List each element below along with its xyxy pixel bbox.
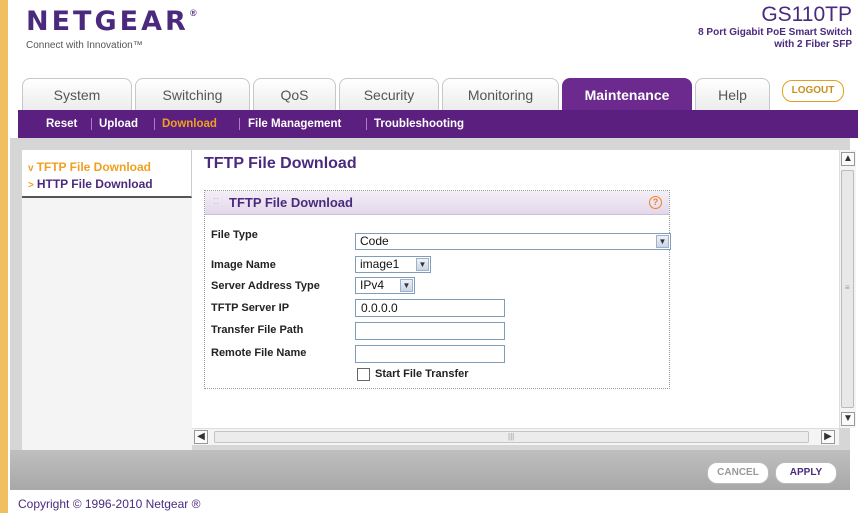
chevron-down-icon: ▼: [656, 235, 669, 248]
scroll-up-icon[interactable]: ▲: [841, 152, 855, 166]
server-address-type-select[interactable]: IPv4 ▼: [355, 277, 415, 294]
left-navigation-menu: v TFTP File Download > HTTP File Download: [22, 150, 192, 198]
copyright-text: Copyright © 1996-2010 Netgear ®: [18, 497, 201, 511]
tftp-server-ip-label: TFTP Server IP: [211, 302, 290, 314]
logo-registered-mark: ®: [190, 8, 197, 18]
server-address-type-label: Server Address Type: [211, 280, 320, 292]
subnav-separator: [239, 118, 240, 130]
help-icon[interactable]: ?: [649, 196, 662, 209]
server-address-type-value: IPv4: [360, 278, 385, 292]
tab-maintenance[interactable]: Maintenance: [562, 78, 692, 112]
image-name-select[interactable]: image1 ▼: [355, 256, 431, 273]
chevron-right-icon: >: [28, 180, 34, 191]
chevron-down-icon: ▼: [400, 279, 413, 292]
image-name-value: image1: [360, 257, 400, 271]
logout-button[interactable]: LOGOUT: [782, 80, 844, 102]
subnav-file-management[interactable]: File Management: [248, 110, 341, 138]
nav-item-label: TFTP File Download: [36, 160, 152, 174]
panel-header: :: TFTP File Download ?: [205, 191, 669, 215]
chevron-down-icon: ▼: [416, 258, 429, 271]
remote-file-name-input[interactable]: [355, 345, 505, 363]
nav-tftp-file-download[interactable]: v TFTP File Download: [28, 160, 151, 174]
model-description-line1: 8 Port Gigabit PoE Smart Switch: [698, 27, 852, 38]
nav-http-file-download[interactable]: > HTTP File Download: [28, 177, 153, 191]
tftp-server-ip-input[interactable]: 0.0.0.0: [355, 299, 505, 317]
transfer-file-path-input[interactable]: [355, 322, 505, 340]
subnav-separator: [154, 118, 155, 130]
image-name-label: Image Name: [211, 259, 276, 271]
subnav-separator: [91, 118, 92, 130]
tab-system[interactable]: System: [22, 78, 132, 110]
model-name: GS110TP: [761, 3, 852, 26]
drag-handle-icon: ::: [213, 195, 220, 207]
tab-monitoring[interactable]: Monitoring: [442, 78, 559, 110]
subnav-reset[interactable]: Reset: [46, 110, 77, 138]
scroll-grip-icon: |||: [508, 432, 515, 441]
scroll-left-icon[interactable]: ◀: [194, 430, 208, 444]
apply-button[interactable]: APPLY: [775, 462, 837, 484]
file-type-value: Code: [360, 234, 389, 248]
file-type-label: File Type: [211, 229, 258, 241]
start-file-transfer-checkbox[interactable]: [357, 368, 370, 381]
tab-security[interactable]: Security: [339, 78, 439, 110]
tab-help[interactable]: Help: [695, 78, 770, 110]
tagline: Connect with Innovation™: [26, 40, 143, 51]
tab-switching[interactable]: Switching: [135, 78, 250, 110]
file-type-select[interactable]: Code ▼: [355, 233, 671, 250]
cancel-button[interactable]: CANCEL: [707, 462, 769, 484]
nav-item-label: HTTP File Download: [36, 177, 153, 191]
subnav-download[interactable]: Download: [162, 110, 217, 138]
transfer-file-path-label: Transfer File Path: [211, 324, 304, 336]
panel-title: TFTP File Download: [229, 195, 353, 210]
subnav-separator: [366, 118, 367, 130]
tftp-download-panel: :: TFTP File Download ? File Type Code ▼…: [204, 190, 671, 389]
netgear-logo: NETGEAR: [26, 6, 189, 37]
model-description: 8 Port Gigabit PoE Smart Switch with 2 F…: [592, 27, 852, 51]
remote-file-name-label: Remote File Name: [211, 347, 307, 359]
start-file-transfer-label: Start File Transfer: [375, 368, 469, 380]
page-title: TFTP File Download: [204, 155, 357, 172]
scroll-grip-icon: ≡: [845, 283, 850, 292]
chevron-down-icon: v: [28, 163, 34, 174]
subnav-troubleshooting[interactable]: Troubleshooting: [374, 110, 464, 138]
scroll-down-icon[interactable]: ▼: [841, 412, 855, 426]
tab-qos[interactable]: QoS: [253, 78, 336, 110]
model-description-line2: with 2 Fiber SFP: [774, 39, 852, 50]
sub-navigation: Reset Upload Download File Management Tr…: [18, 110, 858, 138]
content-pane: TFTP File Download :: TFTP File Download…: [192, 150, 839, 428]
subnav-upload[interactable]: Upload: [99, 110, 138, 138]
scroll-right-icon[interactable]: ▶: [821, 430, 835, 444]
